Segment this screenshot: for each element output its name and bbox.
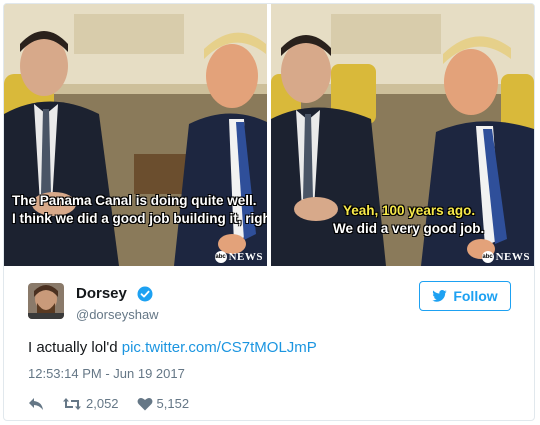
heart-icon [137, 397, 152, 410]
abc-prefix: abc [214, 251, 227, 263]
abc-watermark: NEWS [228, 251, 263, 263]
avatar[interactable] [28, 283, 64, 319]
caption-right-line1: Yeah, 100 years ago. [343, 203, 476, 218]
verified-badge-icon [137, 286, 153, 302]
abc-prefix: abc [481, 251, 494, 263]
tweet-body: Dorsey @dorseyshaw Follow I actually lol… [4, 266, 534, 420]
like-count: 5,152 [156, 396, 190, 411]
twitter-bird-icon [432, 290, 448, 302]
tweet-card: The Panama Canal is doing quite well. I … [3, 3, 535, 421]
follow-label: Follow [453, 288, 498, 304]
tweet-text-body: I actually lol'd [28, 339, 122, 356]
media-image-right[interactable]: Yeah, 100 years ago. We did a very good … [271, 4, 534, 266]
tweet-actions: 2,052 5,152 [28, 396, 207, 411]
media-image-left[interactable]: The Panama Canal is doing quite well. I … [4, 4, 267, 266]
tweet-timestamp[interactable]: 12:53:14 PM - Jun 19 2017 [28, 366, 185, 381]
author-name[interactable]: Dorsey [76, 285, 127, 302]
abc-watermark: NEWS [495, 251, 530, 263]
abc-news-logo: abc NEWS [481, 251, 530, 263]
retweet-button[interactable]: 2,052 [62, 396, 119, 411]
caption-left-line1: The Panama Canal is doing quite well. [12, 193, 257, 208]
tweet-media[interactable]: The Panama Canal is doing quite well. I … [4, 4, 534, 266]
like-button[interactable]: 5,152 [137, 396, 190, 411]
caption-right-line2: We did a very good job. [333, 221, 485, 236]
tweet-link[interactable]: pic.twitter.com/CS7tMOLJmP [122, 339, 317, 356]
follow-button[interactable]: Follow [419, 281, 511, 311]
abc-news-logo: abc NEWS [214, 251, 263, 263]
reply-button[interactable] [28, 397, 44, 411]
caption-left-line2: I think we did a good job building it, r… [12, 211, 267, 226]
reply-icon [29, 397, 43, 410]
retweet-count: 2,052 [86, 396, 119, 411]
author-handle[interactable]: @dorseyshaw [76, 307, 159, 322]
retweet-icon [63, 397, 81, 410]
tweet-text: I actually lol'd pic.twitter.com/CS7tMOL… [28, 339, 317, 356]
